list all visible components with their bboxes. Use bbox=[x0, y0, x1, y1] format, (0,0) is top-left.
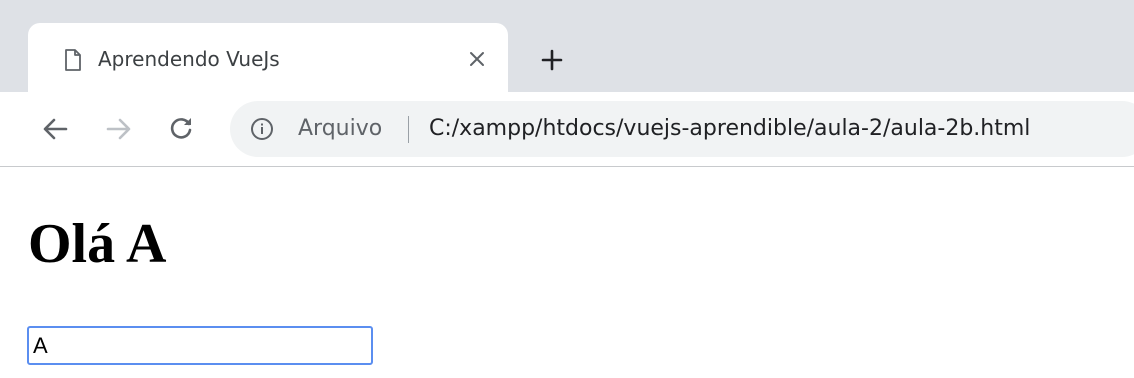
forward-arrow-icon bbox=[106, 118, 131, 140]
browser-toolbar: Arquivo C:/xampp/htdocs/vuejs-aprendible… bbox=[0, 92, 1134, 167]
new-tab-button[interactable] bbox=[537, 45, 567, 75]
text-input[interactable] bbox=[27, 326, 373, 365]
plus-icon bbox=[541, 49, 563, 71]
url-text[interactable]: C:/xampp/htdocs/vuejs-aprendible/aula-2/… bbox=[429, 114, 1030, 144]
page-icon bbox=[65, 49, 81, 71]
reload-button[interactable] bbox=[163, 111, 199, 147]
back-button[interactable] bbox=[37, 111, 73, 147]
reload-icon bbox=[170, 118, 192, 139]
omnibox-divider bbox=[408, 116, 409, 143]
address-bar[interactable]: Arquivo C:/xampp/htdocs/vuejs-aprendible… bbox=[230, 101, 1134, 157]
tab-strip: Aprendendo VueJs bbox=[0, 0, 1134, 93]
active-tab[interactable]: Aprendendo VueJs bbox=[28, 23, 508, 93]
close-icon bbox=[470, 52, 484, 66]
tab-title: Aprendendo VueJs bbox=[98, 47, 280, 71]
forward-button[interactable] bbox=[101, 111, 137, 147]
tab-close-button[interactable] bbox=[465, 47, 489, 71]
info-icon[interactable] bbox=[250, 117, 274, 141]
page-content: Olá A bbox=[0, 167, 1134, 378]
page-heading: Olá A bbox=[28, 213, 167, 275]
security-label[interactable]: Arquivo bbox=[298, 114, 382, 144]
back-arrow-icon bbox=[43, 118, 68, 140]
